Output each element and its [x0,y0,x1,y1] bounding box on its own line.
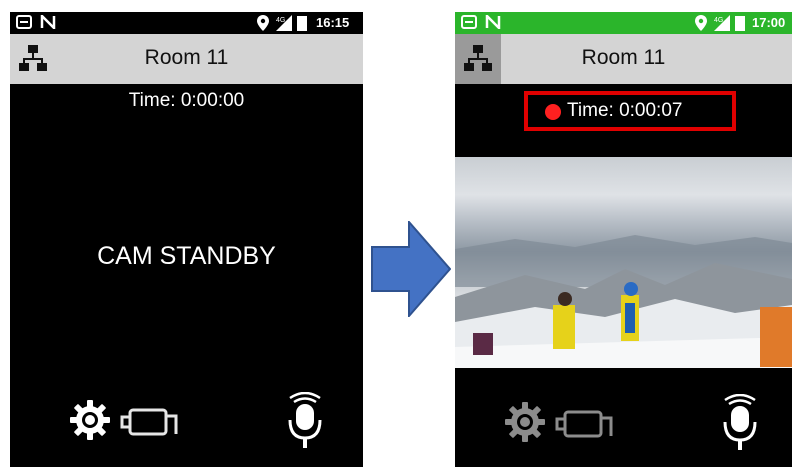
status-time: 16:15 [316,15,350,30]
room-title: Room 11 [581,46,666,69]
svg-text:4G: 4G [276,17,285,24]
nfc-icon [485,15,501,29]
camera-off-icon[interactable] [120,406,184,438]
phone-screen-recording: 4G 17:00 Room 11 Time: 0:00:07 [455,12,792,467]
recording-timer: Time: 0:00:07 [567,100,683,121]
camera-standby-label: CAM STANDBY [97,242,276,270]
data-saver-icon [461,15,477,29]
status-time: 17:00 [752,15,786,30]
location-pin-icon [695,15,707,31]
data-saver-icon [16,15,32,29]
room-header: Room 11 [10,34,363,84]
ski-slope-scene-image [455,235,792,368]
signal-strength-icon: 4G [276,15,292,31]
camera-off-icon[interactable] [555,408,619,440]
svg-text:4G: 4G [714,17,723,24]
nfc-icon [40,15,56,29]
room-title: Room 11 [144,46,229,69]
gear-icon[interactable] [68,398,112,442]
right-arrow-icon [371,221,451,317]
status-bar: 4G 16:15 [10,12,363,34]
location-pin-icon [257,15,269,31]
gear-icon[interactable] [503,400,547,444]
signal-strength-icon: 4G [714,15,730,31]
recording-indicator-icon [545,104,561,120]
recording-timer: Time: 0:00:00 [128,90,245,111]
room-header: Room 11 [455,34,792,84]
microphone-icon[interactable] [717,394,763,452]
status-bar: 4G 17:00 [455,12,792,34]
microphone-icon[interactable] [282,392,328,450]
battery-status-icon [735,16,745,31]
camera-preview [455,157,792,368]
battery-status-icon [297,16,307,31]
phone-screen-standby: 4G 16:15 Room 11 Time: 0:00:00 CAM STAND… [10,12,363,467]
